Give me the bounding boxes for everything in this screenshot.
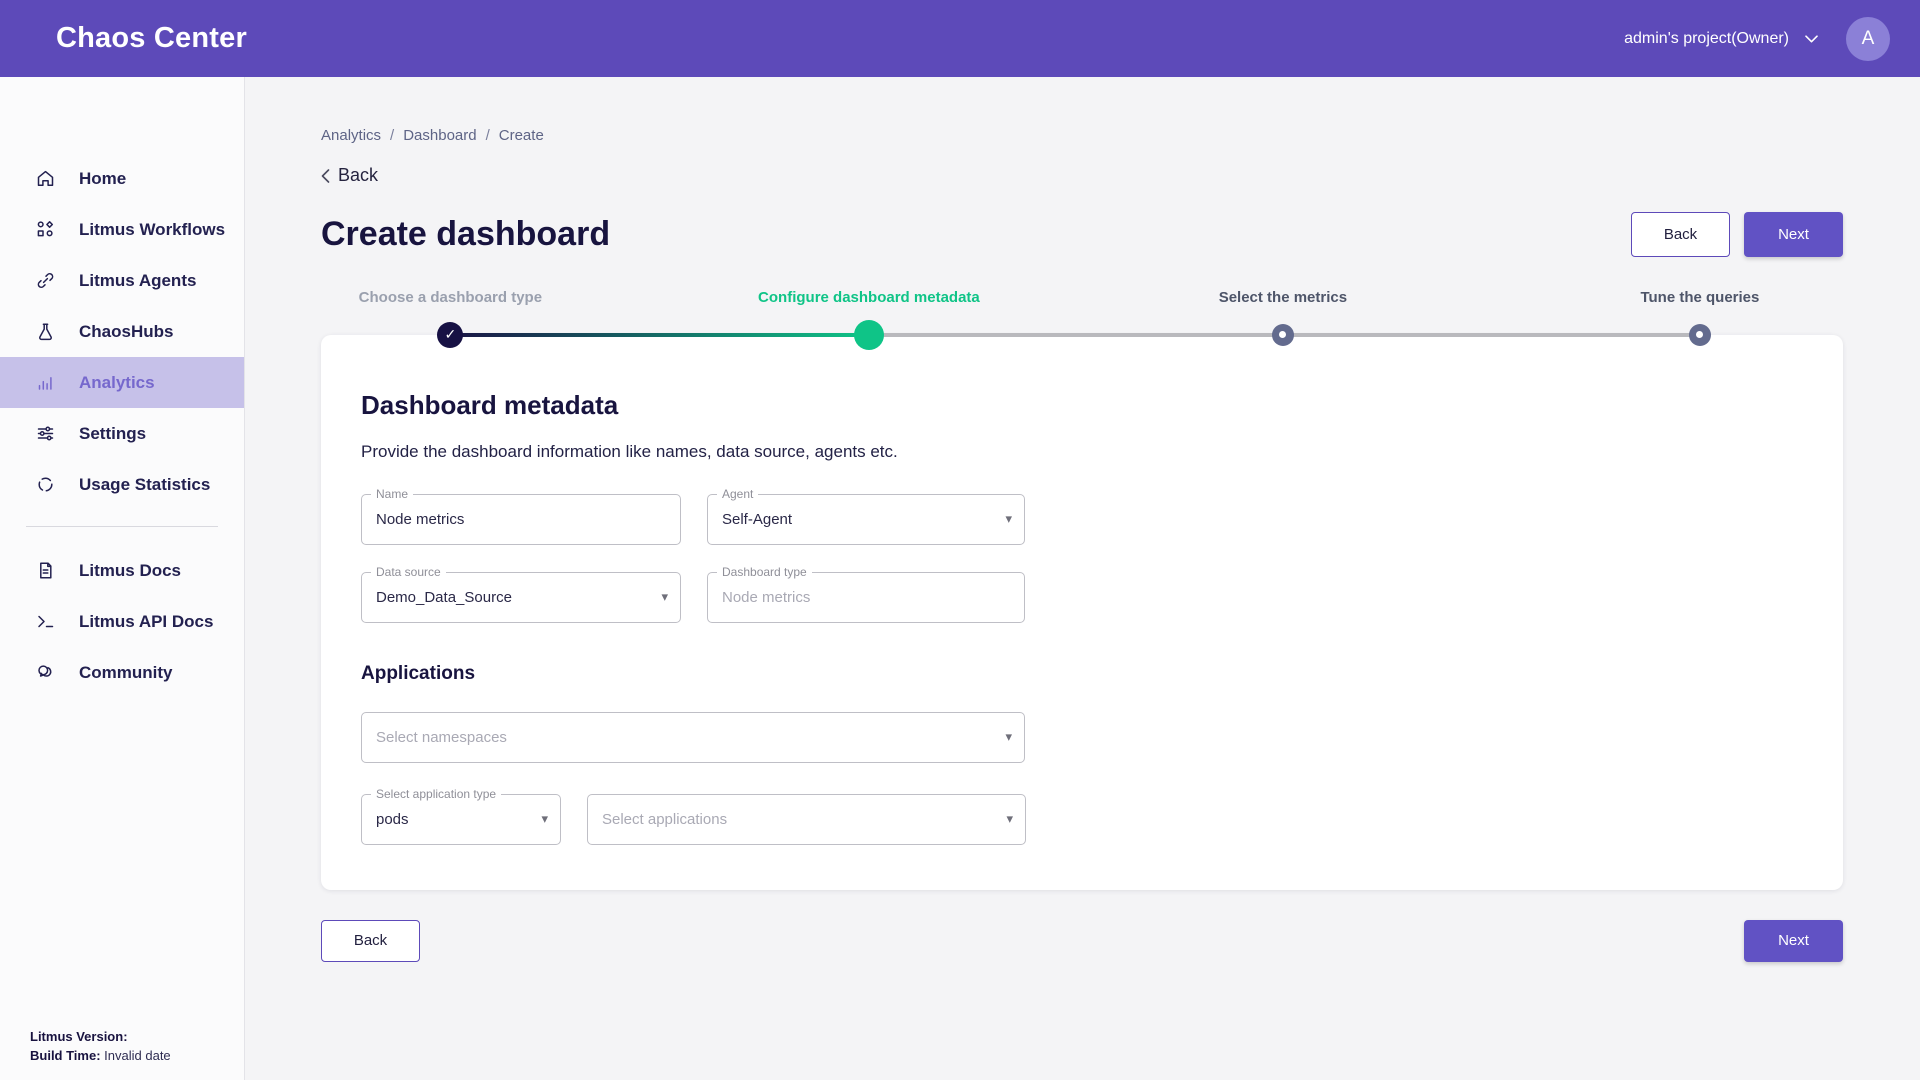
- dashboard-type-input[interactable]: [722, 589, 988, 606]
- app-title: Chaos Center: [56, 22, 247, 55]
- step-dot-tune-queries[interactable]: [1689, 324, 1711, 346]
- sidebar-item-analytics[interactable]: Analytics: [0, 357, 244, 408]
- step-dot-completed[interactable]: ✓: [437, 322, 463, 348]
- application-type-select[interactable]: Select application type pods ▾: [361, 794, 561, 845]
- chevron-down-icon: [1805, 35, 1818, 43]
- name-field[interactable]: Name: [361, 494, 681, 545]
- build-time-value: Invalid date: [104, 1048, 171, 1063]
- step-label-tune-queries: Tune the queries: [1640, 289, 1759, 306]
- analytics-icon: [36, 373, 55, 392]
- applications-placeholder: Select applications: [602, 811, 727, 828]
- sidebar-item-litmus-workflows[interactable]: Litmus Workflows: [0, 204, 244, 255]
- main-content: Analytics / Dashboard / Create Back Crea…: [245, 0, 1920, 1002]
- section-description: Provide the dashboard information like n…: [361, 442, 1803, 462]
- app-header: Chaos Center admin's project(Owner) A: [0, 0, 1920, 77]
- breadcrumb-separator: /: [390, 127, 394, 144]
- breadcrumb-create: Create: [499, 127, 544, 144]
- home-icon: [36, 169, 55, 188]
- project-label: admin's project(Owner): [1624, 30, 1789, 48]
- avatar[interactable]: A: [1846, 17, 1890, 61]
- name-field-label: Name: [371, 487, 413, 501]
- sidebar-item-chaoshubs[interactable]: ChaosHubs: [0, 306, 244, 357]
- section-title: Dashboard metadata: [361, 390, 1803, 421]
- name-input[interactable]: [376, 511, 644, 528]
- dropdown-arrow-icon: ▾: [1006, 811, 1013, 827]
- applications-title: Applications: [361, 663, 1803, 685]
- applications-select[interactable]: Select applications ▾: [587, 794, 1026, 845]
- agents-icon: [36, 271, 55, 290]
- breadcrumb: Analytics / Dashboard / Create: [321, 127, 1843, 144]
- back-link[interactable]: Back: [321, 165, 378, 186]
- wizard-stepper: Choose a dashboard type Configure dashbo…: [321, 287, 1843, 351]
- dropdown-arrow-icon: ▾: [1005, 729, 1012, 745]
- dashboard-metadata-card: Dashboard metadata Provide the dashboard…: [321, 335, 1843, 890]
- chevron-left-icon: [321, 169, 330, 183]
- breadcrumb-dashboard[interactable]: Dashboard: [403, 127, 476, 144]
- step-label-choose-type: Choose a dashboard type: [359, 289, 542, 306]
- namespaces-select[interactable]: Select namespaces ▾: [361, 712, 1025, 763]
- sliders-icon: [36, 424, 55, 443]
- terminal-icon: [36, 612, 55, 631]
- step-label-configure-metadata: Configure dashboard metadata: [758, 289, 980, 306]
- sidebar-item-settings[interactable]: Settings: [0, 408, 244, 459]
- dropdown-arrow-icon: ▾: [1005, 511, 1012, 527]
- next-button-bottom[interactable]: Next: [1744, 920, 1843, 962]
- document-icon: [36, 561, 55, 580]
- back-button-top[interactable]: Back: [1631, 212, 1730, 257]
- agent-select[interactable]: Agent Self-Agent ▾: [707, 494, 1025, 545]
- dropdown-arrow-icon: ▾: [661, 589, 668, 605]
- step-dot-select-metrics[interactable]: [1272, 324, 1294, 346]
- sidebar-item-litmus-api-docs[interactable]: Litmus API Docs: [0, 596, 244, 647]
- dropdown-arrow-icon: ▾: [541, 811, 548, 827]
- check-icon: ✓: [444, 326, 456, 343]
- version-info: Litmus Version: Build Time: Invalid date: [30, 1028, 171, 1066]
- step-label-select-metrics: Select the metrics: [1219, 289, 1347, 306]
- next-button-top[interactable]: Next: [1744, 212, 1843, 257]
- application-type-value: pods: [376, 811, 409, 828]
- sidebar-item-community[interactable]: Community: [0, 647, 244, 698]
- stepper-line-completed: [450, 333, 869, 337]
- namespaces-placeholder: Select namespaces: [376, 729, 507, 746]
- agent-select-value: Self-Agent: [722, 511, 792, 528]
- application-type-label: Select application type: [371, 787, 501, 801]
- step-dot-active[interactable]: [854, 320, 884, 350]
- dashboard-type-field[interactable]: Dashboard type: [707, 572, 1025, 623]
- breadcrumb-separator: /: [486, 127, 490, 144]
- dashboard-type-field-label: Dashboard type: [717, 565, 812, 579]
- data-source-select-value: Demo_Data_Source: [376, 589, 512, 606]
- workflows-icon: [36, 220, 55, 239]
- back-button-bottom[interactable]: Back: [321, 920, 420, 962]
- sidebar: Home Litmus Workflows Litmus Agents Chao…: [0, 77, 245, 1080]
- loader-icon: [36, 475, 55, 494]
- sidebar-item-litmus-agents[interactable]: Litmus Agents: [0, 255, 244, 306]
- sidebar-item-home[interactable]: Home: [0, 153, 244, 204]
- project-selector[interactable]: admin's project(Owner): [1624, 30, 1818, 48]
- page-title: Create dashboard: [321, 215, 610, 254]
- build-time-label: Build Time:: [30, 1048, 101, 1063]
- sidebar-divider: [26, 526, 218, 527]
- sidebar-item-usage-statistics[interactable]: Usage Statistics: [0, 459, 244, 510]
- version-label: Litmus Version:: [30, 1029, 128, 1044]
- chat-icon: [36, 663, 55, 682]
- data-source-select-label: Data source: [371, 565, 446, 579]
- data-source-select[interactable]: Data source Demo_Data_Source ▾: [361, 572, 681, 623]
- breadcrumb-analytics[interactable]: Analytics: [321, 127, 381, 144]
- flask-icon: [36, 322, 55, 341]
- agent-select-label: Agent: [717, 487, 758, 501]
- sidebar-item-litmus-docs[interactable]: Litmus Docs: [0, 545, 244, 596]
